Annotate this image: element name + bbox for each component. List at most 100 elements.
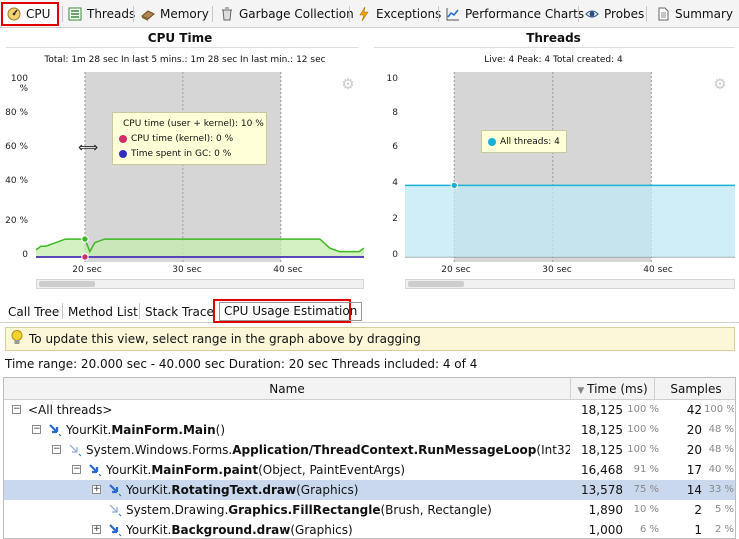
method-arrow-icon — [88, 463, 102, 477]
x-tick: 40 sec — [273, 265, 303, 275]
y-tick: 20 % — [5, 216, 28, 226]
collapse-icon[interactable]: − — [52, 445, 61, 454]
lightbulb-icon — [11, 330, 23, 348]
gear-icon[interactable]: ⚙ — [340, 76, 356, 92]
time-percent: 100 % — [627, 424, 659, 435]
tab-cpu[interactable]: CPU — [1, 2, 59, 26]
expand-icon[interactable]: + — [92, 525, 101, 534]
tab-probes[interactable]: Probes — [581, 2, 648, 26]
method-name: System.Drawing.Graphics.FillRectangle(Br… — [126, 503, 492, 517]
time-percent: 100 % — [627, 404, 659, 415]
table-row[interactable]: − <All threads> 18,125 100 % 42 100 % — [4, 400, 735, 420]
collapse-icon[interactable]: − — [12, 405, 21, 414]
tab-label: Performance Charts — [465, 7, 585, 21]
time-percent: 91 % — [633, 464, 659, 475]
method-name: <All threads> — [28, 403, 113, 417]
y-tick: 0 — [392, 250, 398, 260]
document-icon — [656, 7, 670, 21]
table-row[interactable]: + YourKit.Background.draw(Graphics) 1,000 6… — [4, 520, 735, 538]
samples-percent: 5 % — [714, 504, 734, 515]
memory-icon — [141, 7, 155, 21]
legend-swatch — [488, 137, 496, 146]
table-header: Name ▼ Time (ms) Samples — [4, 378, 735, 400]
column-header-time[interactable]: ▼ Time (ms) — [571, 378, 655, 400]
cpu-time-chart[interactable] — [36, 72, 364, 262]
y-tick: 0 — [22, 250, 28, 260]
trash-icon — [220, 7, 234, 21]
x-tick: 30 sec — [542, 265, 572, 275]
samples-value: 14 — [686, 483, 702, 497]
tab-method-list[interactable]: Method List — [64, 303, 142, 321]
time-value: 18,125 — [581, 443, 623, 457]
table-row[interactable]: − System.Windows.Forms.Application/Thread… — [4, 440, 735, 460]
method-name: YourKit.MainForm.Main() — [66, 423, 226, 437]
column-header-samples[interactable]: Samples — [655, 378, 735, 400]
threads-chart[interactable] — [405, 72, 735, 262]
hint-text: To update this view, select range in the… — [29, 332, 421, 346]
y-tick: 2 — [392, 214, 398, 224]
cpu-chart-scrollbar[interactable] — [36, 279, 364, 289]
tab-garbage-collection[interactable]: Garbage Collection — [216, 2, 358, 26]
resize-cursor-icon: ⟺ — [78, 140, 99, 156]
tab-label: CPU Usage Estimation — [219, 302, 363, 321]
method-arrow-icon — [108, 483, 122, 497]
y-tick: 80 % — [5, 108, 28, 118]
y-tick: 10 — [386, 74, 398, 84]
y-tick: 8 — [392, 108, 398, 118]
tab-label: Exceptions — [376, 7, 442, 21]
y-tick: 6 — [392, 142, 398, 152]
data-point — [450, 181, 458, 190]
time-percent: 6 % — [639, 524, 659, 535]
x-tick: 20 sec — [72, 265, 102, 275]
time-percent: 10 % — [633, 504, 659, 515]
collapse-icon[interactable]: − — [72, 465, 81, 474]
tab-summary[interactable]: Summary — [652, 2, 737, 26]
legend-swatch — [119, 149, 127, 158]
time-percent: 75 % — [633, 484, 659, 495]
samples-value: 17 — [686, 463, 702, 477]
view-tab-bar: CPU Threads Memory Garbage Collection Ex… — [0, 0, 739, 28]
series-area — [405, 185, 735, 257]
threads-panel-title: Threads — [526, 31, 581, 45]
table-row[interactable]: − YourKit.MainForm.Main() 18,125 100 % 20 48 … — [4, 420, 735, 440]
time-value: 18,125 — [581, 423, 623, 437]
y-tick: 40 % — [5, 176, 28, 186]
threads-legend: All threads: 4 — [481, 130, 567, 153]
time-value: 1,000 — [588, 523, 623, 537]
x-tick: 40 sec — [643, 265, 673, 275]
table-row[interactable]: + YourKit.RotatingText.draw(Graphics) 13,5… — [4, 480, 735, 500]
tab-call-tree[interactable]: Call Tree — [4, 303, 63, 321]
samples-percent: 33 % — [708, 484, 734, 495]
tab-stack-traces[interactable]: Stack Traces — [141, 303, 224, 321]
samples-percent: 2 % — [714, 524, 734, 535]
tab-memory[interactable]: Memory — [137, 2, 213, 26]
expand-icon[interactable]: + — [92, 485, 101, 494]
y-tick: 100 % — [10, 74, 28, 94]
threads-stats: Live: 4 Peak: 4 Total created: 4 — [484, 55, 623, 65]
tab-threads[interactable]: Threads — [64, 2, 139, 26]
method-arrow-outline-icon — [68, 443, 82, 457]
table-row[interactable]: − YourKit.MainForm.paint(Object, PaintEve… — [4, 460, 735, 480]
method-name: YourKit.Background.draw(Graphics) — [126, 523, 353, 537]
column-header-label: Time (ms) — [587, 382, 648, 396]
time-value: 1,890 — [588, 503, 623, 517]
samples-value: 20 — [686, 443, 702, 457]
data-point — [81, 253, 89, 261]
method-name: System.Windows.Forms.Application/ThreadC… — [86, 443, 570, 457]
tab-label: CPU — [26, 7, 51, 21]
tab-performance-charts[interactable]: Performance Charts — [442, 2, 588, 26]
method-arrow-icon — [48, 423, 62, 437]
column-header-name[interactable]: Name — [4, 378, 571, 400]
info-hint-bar: To update this view, select range in the… — [5, 327, 735, 351]
time-value: 18,125 — [581, 403, 623, 417]
tab-exceptions[interactable]: Exceptions — [353, 2, 445, 26]
samples-percent: 100 % — [704, 404, 734, 415]
tab-cpu-usage-estimation[interactable]: CPU Usage Estimation — [213, 299, 363, 323]
collapse-icon[interactable]: − — [32, 425, 41, 434]
sort-descending-icon: ▼ — [577, 386, 588, 396]
threads-chart-scrollbar[interactable] — [405, 279, 735, 289]
chart-icon — [446, 7, 460, 21]
cpu-legend: CPU time (user + kernel): 10 % CPU time … — [112, 112, 267, 165]
table-row[interactable]: System.Drawing.Graphics.FillRectangle(Br… — [4, 500, 735, 520]
gear-icon[interactable]: ⚙ — [712, 76, 728, 92]
